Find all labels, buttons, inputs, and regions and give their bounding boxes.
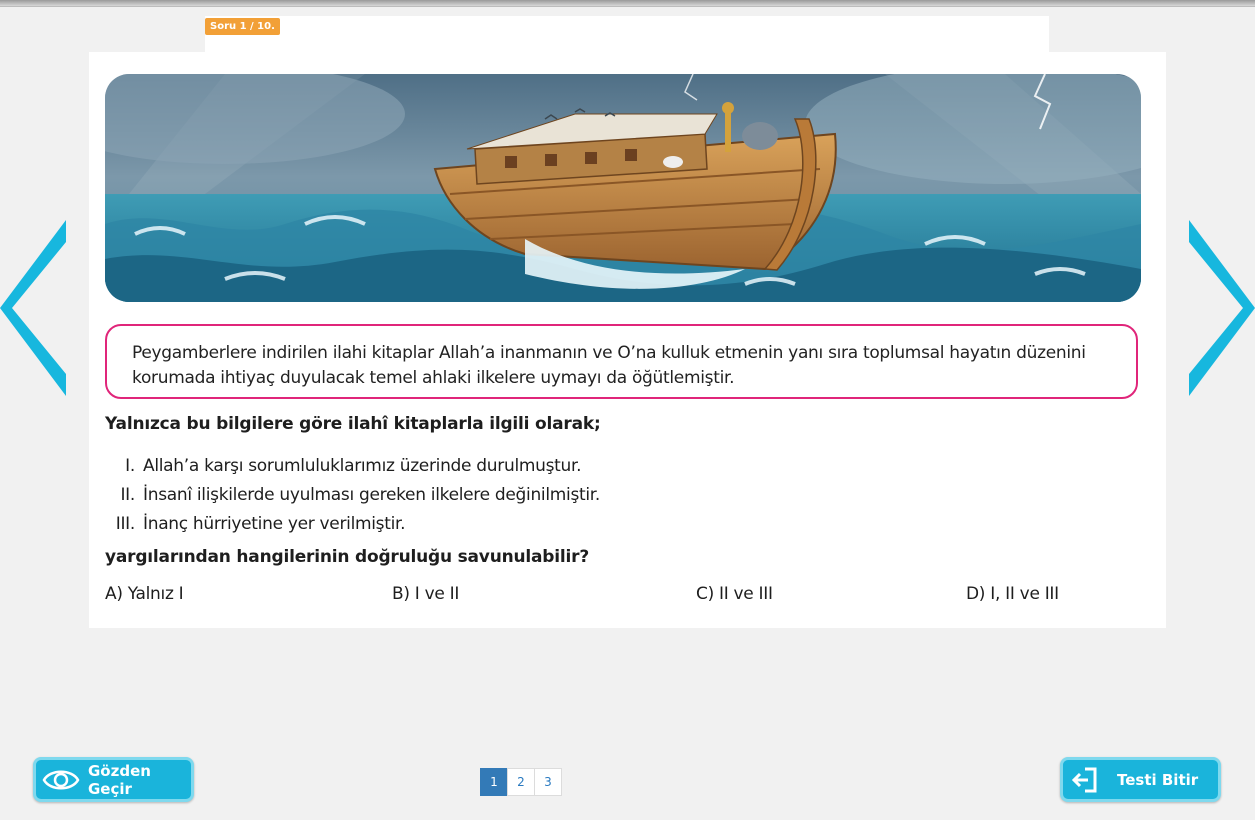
question-tab (205, 16, 1049, 56)
statement-item: I. Allah’a karşı sorumluluklarımız üzeri… (105, 452, 600, 481)
option-b[interactable]: B) I ve II (392, 584, 459, 604)
review-label: Gözden Geçir (88, 761, 151, 798)
info-text: Peygamberlere indirilen ilahi kitaplar A… (105, 324, 1138, 399)
review-button[interactable]: Gözden Geçir (33, 757, 194, 802)
chevron-left-icon (0, 220, 66, 396)
question-prompt: yargılarından hangilerinin doğruluğu sav… (105, 547, 589, 567)
question-stem: Yalnızca bu bilgilere göre ilahî kitapla… (105, 414, 601, 434)
statement-text: Allah’a karşı sorumluluklarımız üzerinde… (143, 456, 582, 476)
option-c[interactable]: C) II ve III (696, 584, 773, 604)
eye-icon (42, 770, 80, 789)
exit-icon (1071, 767, 1097, 792)
question-illustration (105, 74, 1141, 302)
statement-number: II. (120, 485, 135, 505)
option-d[interactable]: D) I, II ve III (966, 584, 1059, 604)
chevron-right-icon (1189, 220, 1255, 396)
question-counter: Soru 1 / 10. (205, 18, 280, 35)
finish-label: Testi Bitir (1117, 770, 1199, 789)
statement-item: II. İnsanî ilişkilerde uyulması gereken … (105, 481, 600, 510)
next-question-button[interactable] (1185, 220, 1255, 400)
statement-number: III. (115, 514, 136, 534)
previous-question-button[interactable] (0, 220, 70, 400)
finish-test-button[interactable]: Testi Bitir (1060, 757, 1221, 802)
question-card: Peygamberlere indirilen ilahi kitaplar A… (89, 52, 1166, 628)
top-strip (0, 0, 1255, 7)
page-1-button[interactable]: 1 (480, 768, 508, 796)
option-a[interactable]: A) Yalnız I (105, 584, 184, 604)
page-2-button[interactable]: 2 (507, 768, 535, 796)
statement-text: İnanç hürriyetine yer verilmiştir. (143, 514, 406, 534)
statement-item: III. İnanç hürriyetine yer verilmiştir. (105, 510, 600, 539)
pagination: 1 2 3 (480, 768, 562, 796)
statement-text: İnsanî ilişkilerde uyulması gereken ilke… (143, 485, 601, 505)
statement-list: I. Allah’a karşı sorumluluklarımız üzeri… (105, 452, 601, 539)
statement-number: I. (125, 456, 135, 476)
page-3-button[interactable]: 3 (534, 768, 562, 796)
